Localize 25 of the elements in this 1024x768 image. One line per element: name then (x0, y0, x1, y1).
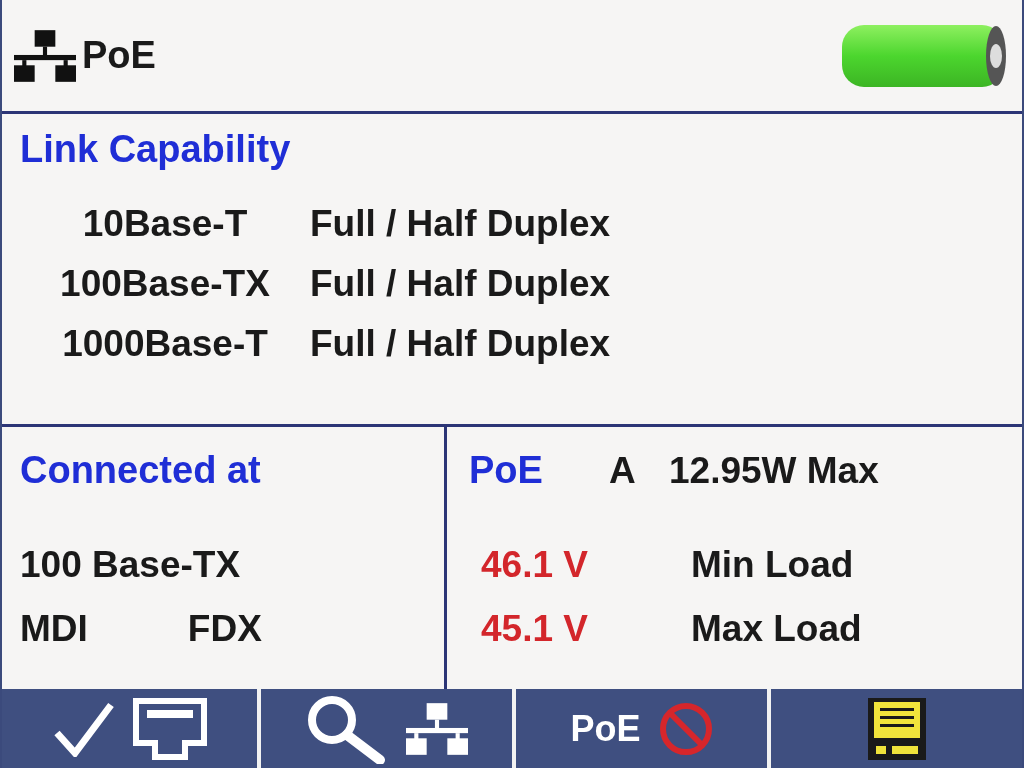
section-title: Connected at (20, 449, 262, 492)
power-label: 12.95W Max (669, 449, 880, 492)
section-title: PoE (469, 449, 544, 492)
duplex-label: FDX (187, 608, 262, 650)
section-title: Link Capability (20, 128, 292, 171)
network-icon (405, 702, 468, 755)
network-icon (14, 29, 76, 82)
speed-label: 1000Base-T (61, 323, 269, 365)
prohibited-icon (658, 701, 713, 756)
speed-label: 100Base-TX (59, 263, 271, 305)
search-icon (305, 693, 388, 764)
voltage-reading: 45.1 V (481, 608, 589, 650)
voltage-reading: 46.1 V (481, 544, 589, 586)
connection-speed: 100 Base-TX (20, 544, 242, 586)
pair-label: A (609, 449, 637, 492)
ethernet-port-icon (132, 697, 207, 760)
checkmark-icon (52, 700, 115, 757)
load-label: Min Load (691, 544, 855, 586)
screen-title: PoE (82, 34, 157, 77)
duplex-label: Full / Half Duplex (310, 203, 612, 245)
duplex-label: Full / Half Duplex (310, 263, 612, 305)
mdi-label: MDI (20, 608, 88, 650)
load-label: Max Load (691, 608, 863, 650)
duplex-label: Full / Half Duplex (310, 323, 612, 365)
speed-label: 10Base-T (81, 203, 249, 245)
